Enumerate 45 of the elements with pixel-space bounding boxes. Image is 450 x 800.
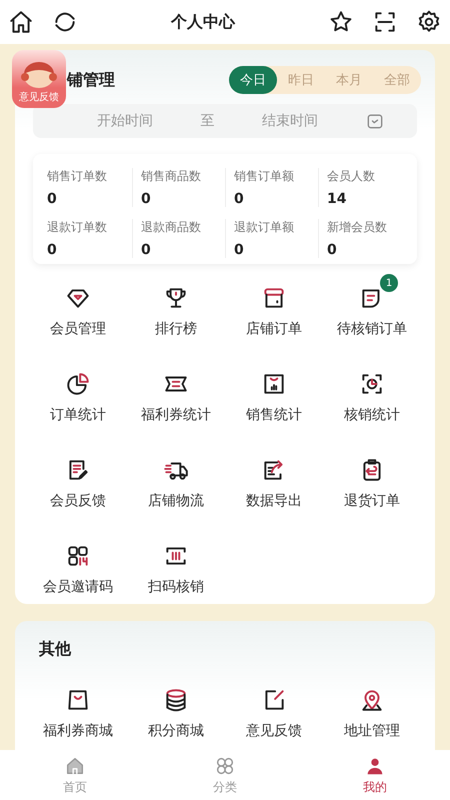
home-icon[interactable] (8, 9, 34, 35)
page-title: 个人中心 (171, 12, 235, 32)
stat-label: 销售订单额 (234, 168, 295, 185)
function-item[interactable]: 销售统计 (225, 358, 323, 424)
stat-label: 销售商品数 (141, 168, 202, 185)
function-item[interactable]: 核销统计 (323, 358, 421, 424)
function-item[interactable]: 退货订单 (323, 444, 421, 510)
start-date-placeholder: 开始时间 (96, 112, 153, 130)
function-item[interactable]: 地址管理 (323, 674, 421, 740)
stat-label: 销售订单数 (47, 168, 108, 185)
function-item[interactable]: 店铺物流 (127, 444, 225, 510)
stat-value: 0 (47, 191, 58, 207)
stat-label: 退款订单额 (234, 219, 295, 236)
stat-value: 0 (141, 191, 152, 207)
period-tab[interactable]: 今日 (229, 66, 277, 94)
pie-chart-icon (65, 371, 91, 397)
function-item[interactable]: 订单统计 (29, 358, 127, 424)
stat-value: 14 (327, 191, 348, 207)
stat-label: 会员人数 (327, 168, 376, 185)
function-item[interactable]: 意见反馈 (225, 674, 323, 740)
function-item[interactable]: 福利券商城 (29, 674, 127, 740)
section-title: 其他 (38, 639, 72, 660)
function-item[interactable]: 扫码核销 (127, 530, 225, 596)
function-item[interactable]: 会员邀请码 (29, 530, 127, 596)
function-item[interactable]: 店铺订单 (225, 272, 323, 338)
count-badge: 1 (380, 274, 398, 292)
end-date-placeholder: 结束时间 (262, 112, 318, 130)
stat-value: 0 (47, 242, 58, 258)
tab-item[interactable]: 我的 (343, 752, 407, 798)
section-title: 铺管理 (67, 70, 115, 90)
function-item[interactable]: 会员反馈 (29, 444, 127, 510)
function-item[interactable]: 会员管理 (29, 272, 127, 338)
function-item[interactable]: 积分商城 (127, 674, 225, 740)
function-item[interactable]: 数据导出 (225, 444, 323, 510)
stat-value: 0 (234, 191, 245, 207)
function-item[interactable]: 1 待核销订单 (323, 272, 421, 338)
stat-value: 0 (234, 242, 245, 258)
date-separator: 至 (200, 112, 214, 130)
function-item[interactable]: 排行榜 (127, 272, 225, 338)
stat-label: 退款商品数 (141, 219, 202, 236)
stat-label: 退款订单数 (47, 219, 108, 236)
stat-value: 0 (327, 242, 338, 258)
stat-value: 0 (141, 242, 152, 258)
stat-label: 新增会员数 (327, 219, 388, 236)
function-item[interactable]: 福利券统计 (127, 358, 225, 424)
